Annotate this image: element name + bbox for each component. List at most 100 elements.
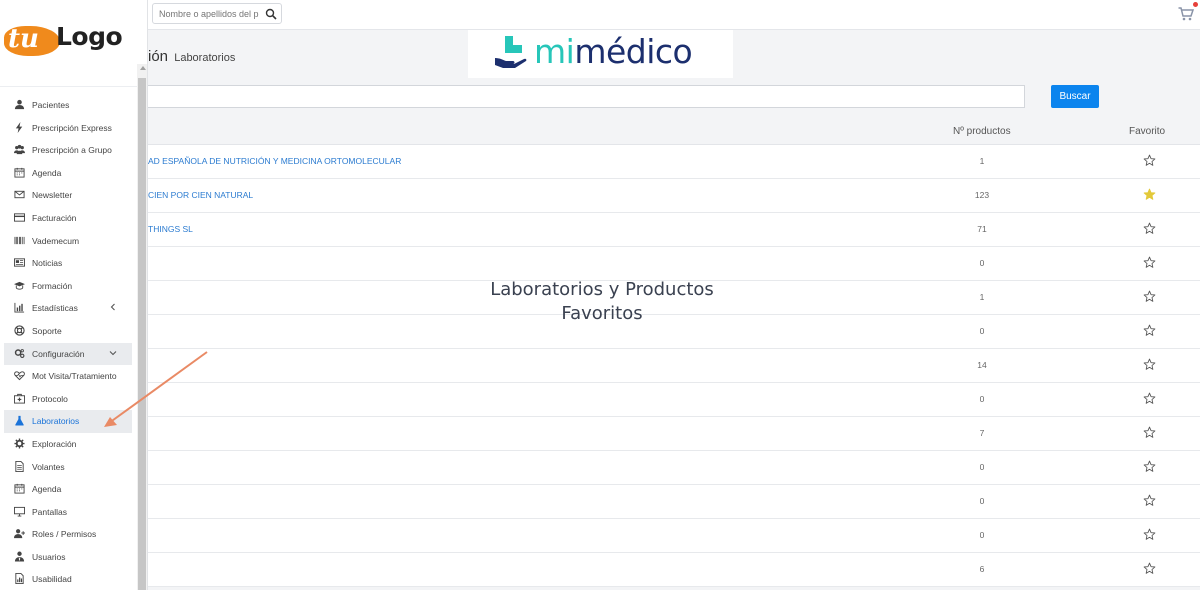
table-row[interactable]: 0	[148, 519, 1200, 553]
star-outline-icon[interactable]	[1143, 154, 1156, 167]
envelope-icon	[14, 191, 25, 199]
page-subtitle: Laboratorios	[174, 52, 236, 64]
caption-line-1: Laboratorios y Productos	[490, 279, 714, 300]
sidebar-item-label: Newsletter	[32, 190, 73, 201]
star-outline-icon[interactable]	[1143, 290, 1156, 303]
sidebar-item-agenda-config[interactable]: Agenda	[4, 478, 132, 501]
star-outline-icon[interactable]	[1143, 256, 1156, 269]
sidebar-item-usabilidad[interactable]: Usabilidad	[4, 568, 132, 590]
sidebar-item-formacion[interactable]: Formación	[4, 275, 132, 298]
star-outline-icon[interactable]	[1143, 562, 1156, 575]
sidebar-item-usuarios[interactable]: Usuarios	[4, 546, 132, 569]
table-row[interactable]: 0	[148, 451, 1200, 485]
graduation-cap-icon	[14, 281, 25, 290]
sidebar-item-label: Usuarios	[32, 551, 66, 562]
newspaper-icon	[14, 258, 25, 267]
sidebar-item-estadisticas[interactable]: Estadísticas	[4, 297, 132, 320]
column-header-product-count[interactable]: Nº productos	[953, 126, 1011, 137]
sidebar-item-agenda[interactable]: Agenda	[4, 162, 132, 185]
sidebar-item-exploracion[interactable]: Exploración	[4, 433, 132, 456]
brand-logo[interactable]: tu Logo	[4, 14, 132, 62]
sidebar-item-label: Formación	[32, 280, 73, 291]
star-outline-icon[interactable]	[1143, 528, 1156, 541]
medical-cross-hand-icon	[495, 36, 527, 68]
laboratory-search-input[interactable]	[148, 85, 1025, 108]
patient-search	[152, 3, 282, 24]
sidebar-item-facturacion[interactable]: Facturación	[4, 207, 132, 230]
mimedico-banner: mimédico	[468, 30, 733, 78]
star-filled-icon[interactable]	[1143, 188, 1156, 201]
table-row[interactable]: 0	[148, 485, 1200, 519]
medkit-icon	[14, 393, 25, 404]
star-outline-icon[interactable]	[1143, 358, 1156, 371]
star-outline-icon[interactable]	[1143, 392, 1156, 405]
credit-card-icon	[14, 213, 25, 222]
sidebar-item-vademecum[interactable]: Vademecum	[4, 230, 132, 253]
patient-search-input[interactable]	[153, 4, 263, 23]
table-row[interactable]: THINGS SL 71	[148, 213, 1200, 247]
laboratory-name-link[interactable]: AD ESPAÑOLA DE NUTRICIÓN Y MEDICINA ORTO…	[148, 156, 401, 166]
page-title-text: ión	[148, 48, 169, 65]
sidebar-item-soporte[interactable]: Soporte	[4, 320, 132, 343]
star-outline-icon[interactable]	[1143, 460, 1156, 473]
sidebar: tu Logo Pacientes Prescripción Express P…	[0, 0, 148, 590]
sidebar-item-label: Prescripción Express	[32, 122, 112, 133]
product-count-value: 0	[979, 530, 985, 540]
column-header-favorite[interactable]: Favorito	[1129, 126, 1165, 137]
sidebar-item-label: Exploración	[32, 438, 77, 449]
table-row[interactable]: 7	[148, 417, 1200, 451]
sidebar-item-prescripcion-express[interactable]: Prescripción Express	[4, 117, 132, 140]
cart-notification-badge	[1193, 2, 1198, 7]
star-outline-icon[interactable]	[1143, 324, 1156, 337]
sidebar-item-label: Prescripción a Grupo	[32, 145, 112, 156]
sidebar-item-noticias[interactable]: Noticias	[4, 252, 132, 275]
monitor-icon	[14, 506, 25, 517]
chevron-left-icon[interactable]	[109, 303, 117, 311]
sidebar-item-label: Estadísticas	[32, 303, 78, 314]
sidebar-scrollbar-thumb[interactable]	[138, 78, 146, 590]
life-ring-icon	[14, 325, 25, 336]
table-row[interactable]: 0	[148, 247, 1200, 281]
mimedico-wordmark: mimédico	[534, 32, 693, 71]
calendar-icon	[14, 484, 25, 494]
sidebar-item-roles-permisos[interactable]: Roles / Permisos	[4, 523, 132, 546]
search-icon[interactable]	[265, 8, 277, 20]
barcode-icon	[14, 236, 25, 244]
table-row[interactable]: AD ESPAÑOLA DE NUTRICIÓN Y MEDICINA ORTO…	[148, 145, 1200, 179]
sidebar-item-pacientes[interactable]: Pacientes	[4, 94, 132, 117]
sidebar-item-label: Configuración	[32, 348, 85, 359]
star-outline-icon[interactable]	[1143, 426, 1156, 439]
product-count-value: 7	[979, 428, 985, 438]
user-plus-icon	[14, 529, 25, 539]
annotation-arrow-icon	[104, 351, 208, 427]
table-row[interactable]: 6	[148, 553, 1200, 587]
product-count-value: 0	[979, 394, 985, 404]
bar-chart-icon	[14, 303, 25, 313]
star-outline-icon[interactable]	[1143, 494, 1156, 507]
product-count-value: 6	[979, 564, 985, 574]
sidebar-item-pantallas[interactable]: Pantallas	[4, 501, 132, 524]
scroll-up-arrow-icon[interactable]	[140, 66, 146, 70]
product-count-value: 14	[977, 360, 987, 370]
laboratory-name-link[interactable]: THINGS SL	[148, 224, 193, 234]
search-button[interactable]: Buscar	[1051, 85, 1099, 108]
calendar-icon	[14, 167, 25, 178]
sidebar-item-label: Usabilidad	[32, 574, 72, 585]
gear-icon	[14, 438, 25, 449]
sidebar-item-label: Soporte	[32, 325, 62, 336]
table-row[interactable]: 14	[148, 349, 1200, 383]
table-body: AD ESPAÑOLA DE NUTRICIÓN Y MEDICINA ORTO…	[148, 145, 1200, 587]
logo-text-logo: Logo	[56, 22, 123, 51]
logo-text-tu: tu	[8, 24, 39, 54]
sidebar-item-label: Protocolo	[32, 393, 68, 404]
top-bar	[148, 0, 1200, 30]
sidebar-item-newsletter[interactable]: Newsletter	[4, 184, 132, 207]
sidebar-item-label: Pacientes	[32, 100, 70, 110]
table-row[interactable]: CIEN POR CIEN NATURAL 123	[148, 179, 1200, 213]
sidebar-item-volantes[interactable]: Volantes	[4, 456, 132, 479]
table-row[interactable]: 0	[148, 383, 1200, 417]
cart-icon[interactable]	[1178, 6, 1194, 22]
laboratory-name-link[interactable]: CIEN POR CIEN NATURAL	[148, 190, 253, 200]
star-outline-icon[interactable]	[1143, 222, 1156, 235]
sidebar-item-prescripcion-grupo[interactable]: Prescripción a Grupo	[4, 139, 132, 162]
